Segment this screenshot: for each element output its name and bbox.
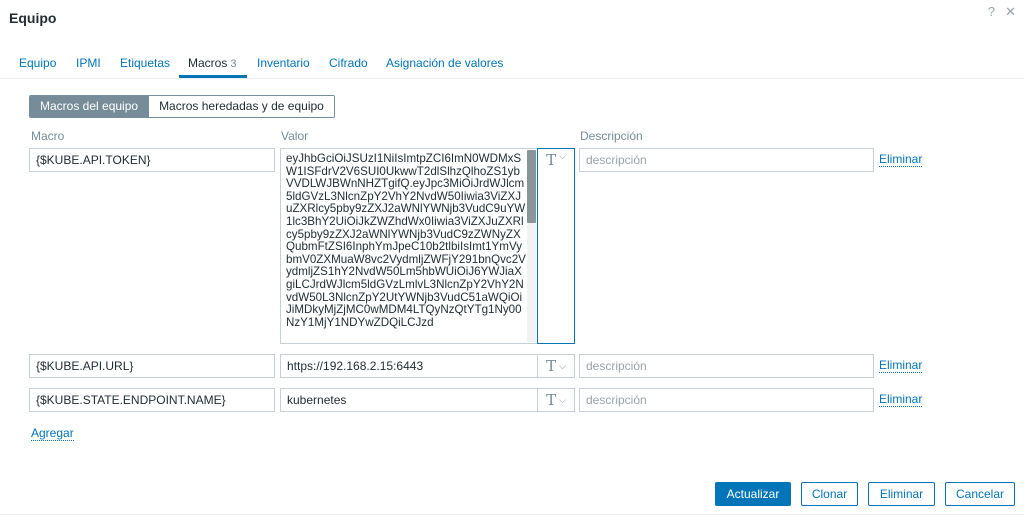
update-button[interactable]: Actualizar (715, 482, 791, 506)
value-type-dropdown[interactable]: T ⌵ (537, 388, 575, 412)
value-type-dropdown[interactable]: T ⌵ (537, 354, 575, 378)
description-input[interactable]: descripción (579, 354, 874, 378)
tab-cifrado[interactable]: Cifrado (329, 56, 368, 70)
inherited-macros-button[interactable]: Macros heredadas y de equipo (148, 96, 334, 117)
chevron-down-icon: ⌵ (559, 151, 566, 161)
text-type-icon: T (546, 357, 557, 375)
remove-macro-link[interactable]: Eliminar (879, 359, 923, 373)
tab-macros[interactable]: Macros 3 (188, 56, 236, 70)
macro-value-input[interactable]: https://192.168.2.15:6443 (280, 354, 538, 378)
macro-name-input[interactable]: {$KUBE.API.URL} (29, 354, 275, 378)
value-type-dropdown[interactable]: T ⌵ (537, 148, 575, 344)
remove-macro-link[interactable]: Eliminar (879, 153, 923, 167)
tab-ipmi[interactable]: IPMI (76, 56, 101, 70)
dialog-header-icons: ? ✕ (988, 4, 1016, 20)
help-icon[interactable]: ? (988, 4, 995, 20)
clone-button[interactable]: Clonar (801, 482, 858, 506)
tab-equipo[interactable]: Equipo (19, 56, 56, 70)
tab-macros-count: 3 (230, 58, 237, 70)
cancel-button[interactable]: Cancelar (945, 482, 1015, 506)
description-column-header: Descripción (580, 129, 643, 143)
macro-value-text: eyJhbGciOiJSUzI1NiIsImtpZCI6ImN0WDMxSW1I… (286, 152, 526, 329)
chevron-down-icon: ⌵ (559, 360, 566, 371)
description-input[interactable]: descripción (579, 148, 874, 172)
footer-divider (0, 514, 1024, 515)
text-type-icon: T (546, 151, 557, 169)
text-type-icon: T (546, 391, 557, 409)
value-scrollbar-thumb[interactable] (527, 150, 536, 223)
tab-etiquetas[interactable]: Etiquetas (120, 56, 170, 70)
tab-macros-label: Macros (188, 56, 228, 70)
delete-button[interactable]: Eliminar (868, 482, 935, 506)
value-column-header: Valor (281, 129, 309, 143)
tabs-divider (0, 78, 1024, 79)
macro-name-input[interactable]: {$KUBE.STATE.ENDPOINT.NAME} (29, 388, 275, 412)
remove-macro-link[interactable]: Eliminar (879, 393, 923, 407)
macro-name-input[interactable]: {$KUBE.API.TOKEN} (29, 148, 275, 172)
macro-value-input[interactable]: kubernetes (280, 388, 538, 412)
chevron-down-icon: ⌵ (559, 394, 566, 405)
host-macros-button[interactable]: Macros del equipo (30, 96, 149, 117)
dialog-title: Equipo (9, 10, 57, 26)
macro-value-textarea[interactable]: eyJhbGciOiJSUzI1NiIsImtpZCI6ImN0WDMxSW1I… (280, 148, 538, 344)
tab-asignacion-valores[interactable]: Asignación de valores (386, 56, 503, 70)
tab-bar: Equipo IPMI Etiquetas Macros 3 Inventario… (0, 48, 1024, 78)
macro-column-header: Macro (31, 129, 65, 143)
close-icon[interactable]: ✕ (1005, 4, 1016, 20)
macro-source-toggle: Macros del equipo Macros heredadas y de … (29, 95, 335, 118)
add-macro-link[interactable]: Agregar (31, 427, 74, 441)
description-input[interactable]: descripción (579, 388, 874, 412)
tab-inventario[interactable]: Inventario (257, 56, 310, 70)
